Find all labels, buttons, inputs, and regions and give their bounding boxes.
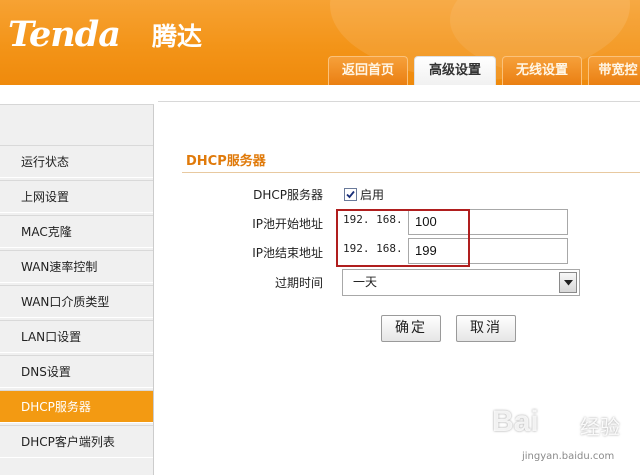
watermark-url: jingyan.baidu.com: [522, 451, 615, 462]
tab-wireless-settings[interactable]: 无线设置: [502, 56, 582, 85]
sidebar-item-internet-settings[interactable]: 上网设置: [0, 180, 153, 213]
ip-pool-end-label: IP池结束地址: [252, 246, 323, 260]
dhcp-enable-label: 启用: [360, 188, 385, 202]
checkmark-icon: [346, 190, 355, 199]
sidebar-item-status[interactable]: 运行状态: [0, 145, 153, 178]
watermark-suffix: 经验: [580, 415, 620, 439]
section-title: DHCP服务器: [186, 154, 266, 169]
ip-pool-end-input[interactable]: 199: [408, 238, 568, 264]
sidebar-item-wan-media-type[interactable]: WAN口介质类型: [0, 285, 153, 318]
ip-pool-start-input[interactable]: 100: [408, 209, 568, 235]
section-divider: [182, 172, 640, 173]
cancel-button[interactable]: 取消: [456, 315, 516, 342]
baidu-watermark: Bai 经验 jingyan.baidu.com: [492, 405, 632, 471]
sidebar: 运行状态 上网设置 MAC克隆 WAN速率控制 WAN口介质类型 LAN口设置 …: [0, 104, 154, 475]
tenda-logo-cn: 腾达: [152, 22, 203, 51]
dhcp-enable-checkbox[interactable]: [344, 188, 357, 201]
confirm-button[interactable]: 确定: [381, 315, 441, 342]
sidebar-item-dns-settings[interactable]: DNS设置: [0, 355, 153, 388]
tab-advanced-settings[interactable]: 高级设置: [414, 56, 496, 85]
dhcp-server-label: DHCP服务器: [253, 188, 323, 202]
tab-bandwidth-control[interactable]: 带宽控: [588, 56, 640, 85]
header-bar: Tenda 腾达 返回首页 高级设置 无线设置 带宽控: [0, 0, 640, 85]
ip-pool-start-label: IP池开始地址: [252, 217, 323, 231]
lease-time-value: 一天: [353, 275, 378, 289]
chevron-down-icon[interactable]: [559, 272, 577, 293]
tab-home[interactable]: 返回首页: [328, 56, 408, 85]
watermark-brand: Bai: [492, 405, 539, 438]
sidebar-item-dhcp-server[interactable]: DHCP服务器: [0, 390, 153, 423]
sidebar-item-lan-settings[interactable]: LAN口设置: [0, 320, 153, 353]
content-top-border: [158, 101, 640, 102]
sidebar-item-wan-speed[interactable]: WAN速率控制: [0, 250, 153, 283]
sidebar-item-dhcp-client-list[interactable]: DHCP客户端列表: [0, 425, 153, 458]
tenda-logo: Tenda: [8, 14, 121, 55]
sidebar-item-mac-clone[interactable]: MAC克隆: [0, 215, 153, 248]
lease-time-select[interactable]: 一天: [342, 269, 580, 296]
lease-time-label: 过期时间: [274, 276, 323, 290]
